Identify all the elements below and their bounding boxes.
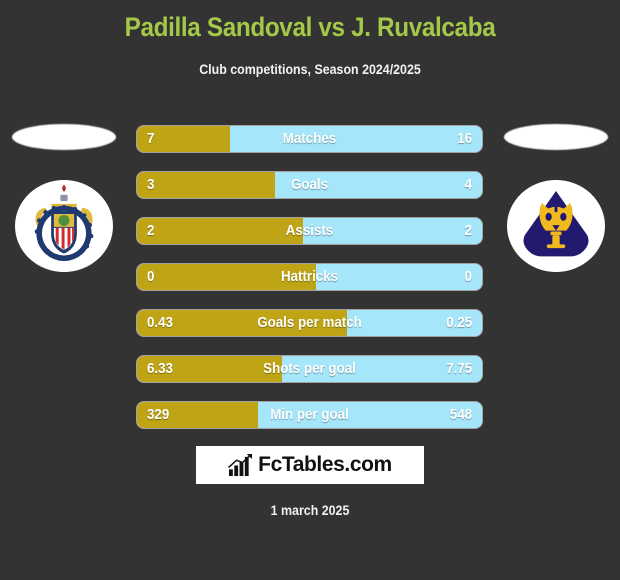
stat-row: 0.43 Goals per match 0.25 xyxy=(137,310,482,336)
away-badge-glow xyxy=(504,124,608,150)
chivas-guadalajara-crest-icon xyxy=(18,180,110,272)
stat-label: Hattricks xyxy=(280,269,339,285)
stat-row: 3 Goals 4 xyxy=(137,172,482,198)
stat-row: 2 Assists 2 xyxy=(137,218,482,244)
stat-row: 0 Hattricks 0 xyxy=(137,264,482,290)
stat-away-value: 7.75 xyxy=(446,361,472,377)
stat-label: Shots per goal xyxy=(263,361,356,377)
stat-label: Min per goal xyxy=(270,407,349,423)
stat-away-value: 4 xyxy=(464,177,472,193)
pumas-unam-crest-icon xyxy=(510,180,602,272)
home-badge-glow xyxy=(12,124,116,150)
brand-logo[interactable]: FcTables.com xyxy=(196,446,424,484)
page-title: Padilla Sandoval vs J. Ruvalcaba xyxy=(124,12,496,42)
stat-comparison-bars: 7 Matches 16 3 Goals 4 2 Assists 2 0 Hattricks 0 0.4… xyxy=(137,126,482,448)
brand-text: FcTables.com xyxy=(258,453,392,476)
stat-row: 7 Matches 16 xyxy=(137,126,482,152)
stat-label: Goals xyxy=(290,177,329,193)
stat-away-value: 0 xyxy=(464,269,472,285)
bar-chart-growth-icon xyxy=(228,453,253,476)
stat-away-value: 16 xyxy=(457,131,472,147)
stat-label: Matches xyxy=(282,131,337,147)
page-subtitle: Club competitions, Season 2024/2025 xyxy=(199,62,421,77)
stat-label: Assists xyxy=(285,223,334,239)
stat-label: Goals per match xyxy=(257,315,362,331)
away-team-badge xyxy=(507,180,605,272)
stat-away-value: 2 xyxy=(464,223,472,239)
stat-away-value: 548 xyxy=(449,407,472,423)
report-date: 1 march 2025 xyxy=(270,503,350,518)
stat-row: 6.33 Shots per goal 7.75 xyxy=(137,356,482,382)
infographic-canvas: Padilla Sandoval vs J. Ruvalcaba Club co… xyxy=(0,0,620,580)
stat-row: 329 Min per goal 548 xyxy=(137,402,482,428)
home-team-badge xyxy=(15,180,113,272)
stat-away-value: 0.25 xyxy=(446,315,472,331)
